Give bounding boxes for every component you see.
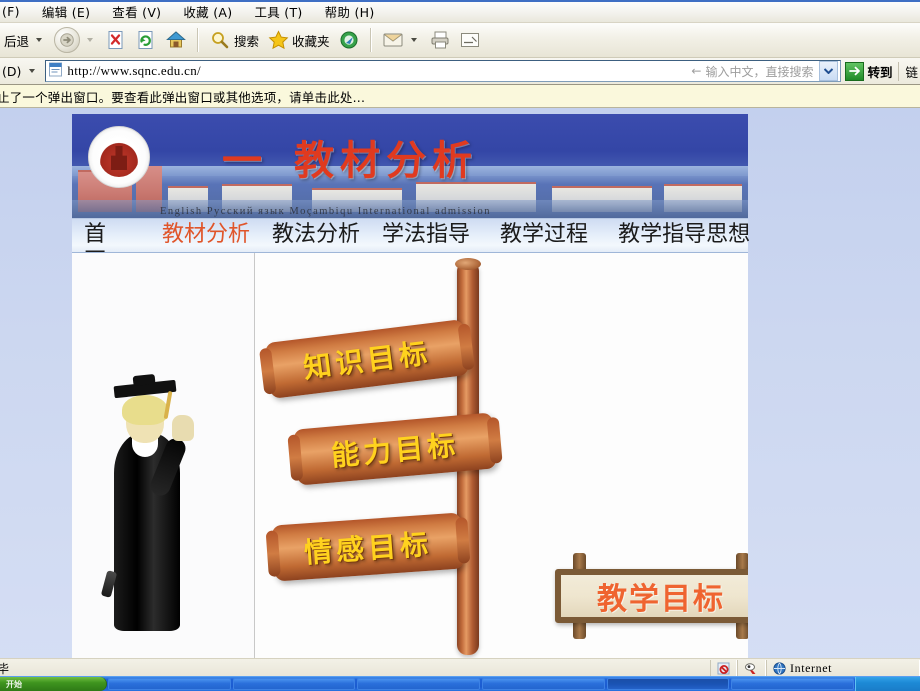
menu-tools[interactable]: 工具 (T)	[244, 0, 314, 23]
sign-knowledge-goal: 知识目标	[264, 319, 470, 399]
menu-bar: (F) 编辑 (E) 查看 (V) 收藏 (A) 工具 (T) 帮助 (H)	[0, 0, 920, 23]
address-bar: (D) http://www.sqnc.edu.cn/ ← 输入中文，直接搜索	[0, 58, 920, 85]
nav-teaching-process[interactable]: 教学过程	[494, 219, 594, 248]
taskbar-item-4[interactable]	[482, 678, 605, 690]
security-zone-label: Internet	[790, 660, 833, 675]
popup-blocker-status[interactable]	[710, 660, 737, 676]
banner-title-text: 教材分析	[294, 138, 478, 184]
banner-language-links[interactable]: English Русский язык Moçambiqu Internati…	[160, 206, 491, 217]
page-viewport: English Русский язык Moçambiqu Internati…	[0, 108, 920, 676]
mail-button[interactable]	[378, 26, 425, 54]
banner-title: 一教材分析	[222, 128, 478, 186]
star-icon	[267, 29, 289, 51]
start-label: 开始	[6, 679, 22, 689]
sign-knowledge-goal-label: 知识目标	[301, 336, 433, 385]
web-page: English Русский язык Moçambiqu Internati…	[0, 108, 920, 676]
edit-button[interactable]	[455, 26, 485, 54]
back-button[interactable]: 后退	[0, 26, 50, 54]
site-nav: 首页 教材分析 教法分析 学法指导 教学过程 教学指导思想	[72, 218, 750, 274]
back-label: 后退	[4, 33, 30, 49]
nav-learning-guidance[interactable]: 学法指导	[376, 219, 476, 248]
back-dropdown-icon[interactable]	[36, 38, 43, 42]
left-arrow-icon: ←	[691, 64, 702, 78]
mail-icon	[382, 29, 404, 51]
sign-emotion-goal-label: 情感目标	[303, 527, 434, 570]
banner-section-number: 一	[222, 138, 268, 184]
address-search-hint: ← 输入中文，直接搜索	[691, 63, 815, 80]
university-logo-icon	[88, 126, 150, 188]
teaching-goals-board: 教学目标	[555, 553, 748, 639]
site-banner: English Русский язык Moçambiqu Internati…	[72, 114, 748, 218]
taskbar-item-1[interactable]	[108, 678, 231, 690]
stop-button[interactable]	[101, 26, 131, 54]
favorites-button[interactable]: 收藏夹	[263, 26, 334, 54]
search-button[interactable]: 搜索	[205, 26, 263, 54]
go-label: 转到	[867, 64, 893, 80]
system-tray[interactable]	[855, 677, 920, 691]
go-arrow-icon	[845, 61, 865, 81]
nav-teaching-method-analysis[interactable]: 教法分析	[266, 219, 366, 248]
printer-icon	[429, 29, 451, 51]
go-button[interactable]: 转到	[843, 61, 898, 81]
menu-edit[interactable]: 编辑 (E)	[32, 0, 102, 23]
nav-teaching-philosophy[interactable]: 教学指导思想	[612, 219, 756, 248]
taskbar-item-6[interactable]	[731, 678, 855, 690]
security-zone-status[interactable]: Internet	[766, 660, 920, 676]
internet-zone-icon	[773, 661, 786, 675]
page-content: 知识目标 能力目标 情感目标 教学目标	[72, 252, 748, 676]
refresh-icon	[135, 29, 157, 51]
stop-icon	[105, 29, 127, 51]
windows-taskbar: 开始	[0, 676, 920, 691]
search-label: 搜索	[234, 33, 260, 49]
home-button[interactable]	[161, 26, 191, 54]
sign-ability-goal-label: 能力目标	[329, 428, 461, 473]
menu-favorites[interactable]: 收藏 (A)	[173, 0, 244, 23]
address-label: (D)	[2, 63, 22, 79]
right-pane: 知识目标 能力目标 情感目标 教学目标	[255, 253, 748, 676]
search-icon	[209, 29, 231, 51]
menu-view[interactable]: 查看 (V)	[102, 0, 173, 23]
graduate-figure-image	[96, 375, 216, 635]
media-button[interactable]	[334, 26, 364, 54]
mail-dropdown-icon[interactable]	[410, 38, 417, 42]
browser-window: (F) 编辑 (E) 查看 (V) 收藏 (A) 工具 (T) 帮助 (H) 后…	[0, 0, 920, 676]
browser-toolbar: 后退 搜索 收藏夹	[0, 23, 920, 58]
left-pane	[72, 253, 255, 676]
favorites-label: 收藏夹	[292, 33, 330, 49]
taskbar-item-5[interactable]	[606, 678, 730, 690]
edit-page-icon	[459, 29, 481, 51]
status-bar: 毕 Internet	[0, 658, 920, 677]
popup-blocked-infobar[interactable]: 止了一个弹出窗口。要查看此弹出窗口或其他选项，请单击此处...	[0, 85, 920, 108]
address-dropdown-icon[interactable]	[29, 69, 36, 73]
popup-blocked-text: 止了一个弹出窗口。要查看此弹出窗口或其他选项，请单击此处...	[0, 89, 366, 105]
taskbar-item-2[interactable]	[232, 678, 356, 690]
privacy-report-status[interactable]	[737, 660, 766, 676]
sign-emotion-goal: 情感目标	[271, 512, 465, 582]
address-url-text: http://www.sqnc.edu.cn/	[67, 63, 201, 78]
status-message: 毕	[0, 661, 10, 676]
forward-arrow-icon	[54, 27, 81, 53]
forward-dropdown-icon[interactable]	[87, 38, 94, 42]
search-hint-text: 输入中文，直接搜索	[705, 64, 814, 79]
nav-textbook-analysis[interactable]: 教材分析	[156, 219, 256, 248]
teaching-goals-label: 教学目标	[597, 582, 725, 617]
menu-file[interactable]: (F)	[0, 2, 32, 21]
toolbar-separator-2	[369, 28, 372, 52]
taskbar-item-3[interactable]	[357, 678, 481, 690]
menu-help[interactable]: 帮助 (H)	[315, 0, 387, 23]
address-input[interactable]: http://www.sqnc.edu.cn/ ← 输入中文，直接搜索	[45, 60, 842, 82]
page-favicon	[48, 62, 63, 80]
forward-button[interactable]	[50, 26, 101, 54]
home-icon	[165, 29, 187, 51]
media-icon	[338, 29, 360, 51]
print-button[interactable]	[425, 26, 455, 54]
start-button[interactable]: 开始	[0, 677, 107, 691]
toolbar-separator-1	[197, 28, 200, 52]
refresh-button[interactable]	[131, 26, 161, 54]
links-label[interactable]: 链	[898, 61, 920, 81]
address-history-dropdown[interactable]	[819, 61, 839, 81]
